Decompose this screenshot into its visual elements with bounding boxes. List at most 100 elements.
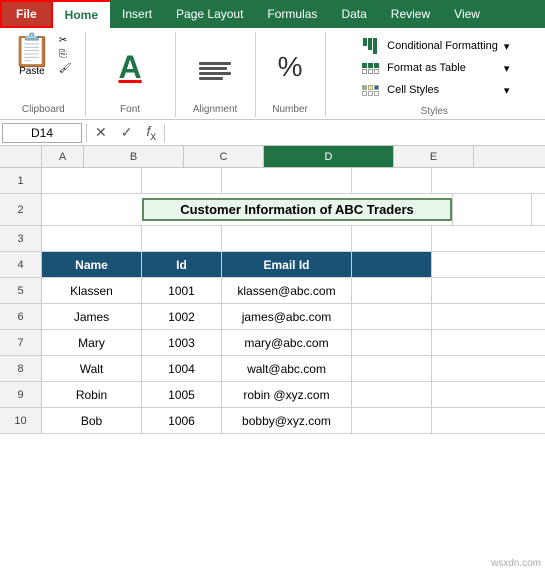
cell-10b[interactable]: Bob [42,408,142,433]
cell-4c[interactable]: Id [142,252,222,277]
tab-formulas[interactable]: Formulas [255,0,329,28]
cell-6e[interactable] [352,304,432,329]
tab-view[interactable]: View [442,0,492,28]
col-header-e[interactable]: E [394,146,474,167]
cell-5d[interactable]: klassen@abc.com [222,278,352,303]
row-num-9[interactable]: 9 [0,382,42,407]
conditional-formatting-icon [359,38,381,54]
row-num-2[interactable]: 2 [0,194,42,225]
conditional-formatting-button[interactable]: Conditional Formatting ▾ [355,36,513,56]
cell-styles-button[interactable]: Cell Styles ▾ [355,80,513,100]
cell-5b[interactable]: Klassen [42,278,142,303]
col-header-b[interactable]: B [84,146,184,167]
cell-1c[interactable] [142,168,222,193]
confirm-formula-button[interactable]: ✓ [117,122,137,143]
cut-button[interactable]: ✂ [56,34,77,47]
row-num-4[interactable]: 4 [0,252,42,277]
cell-row-1 [362,85,379,90]
row-num-6[interactable]: 6 [0,304,42,329]
cell-9e[interactable] [352,382,432,407]
cell-4b[interactable]: Name [42,252,142,277]
row-6: 6 James 1002 james@abc.com [0,304,545,330]
alignment-button[interactable] [193,34,237,100]
cell-8b[interactable]: Walt [42,356,142,381]
row-num-3[interactable]: 3 [0,226,42,251]
number-group-content: % [268,32,312,102]
row-header-spacer [0,146,42,167]
tab-data[interactable]: Data [329,0,378,28]
tab-review[interactable]: Review [379,0,442,28]
row-num-10[interactable]: 10 [0,408,42,433]
font-button[interactable]: A [108,34,152,100]
tab-insert[interactable]: Insert [110,0,164,28]
col-header-c[interactable]: C [184,146,264,167]
cell-3d[interactable] [222,226,352,251]
clipboard-group-content: 📋 Paste ✂ ⎘ 🖌 [10,32,77,102]
cell-6b[interactable]: James [42,304,142,329]
col-header-a[interactable]: A [42,146,84,167]
number-button[interactable]: % [268,34,312,100]
cell-3e[interactable] [352,226,432,251]
cell-3c[interactable] [142,226,222,251]
align-line-1 [199,62,231,65]
row-num-1[interactable]: 1 [0,168,42,193]
cell-1e[interactable] [352,168,432,193]
number-label: Number [272,102,308,117]
title-cell-span[interactable]: Customer Information of ABC Traders [142,194,452,225]
name-box[interactable] [2,123,82,143]
cell-8d[interactable]: walt@abc.com [222,356,352,381]
formula-input[interactable] [169,124,543,142]
cell-5c[interactable]: 1001 [142,278,222,303]
paste-button[interactable]: 📋 Paste [10,32,54,79]
insert-function-button[interactable]: fx [142,121,160,145]
format-as-table-button[interactable]: Format as Table ▾ [355,58,513,78]
cell-3b[interactable] [42,226,142,251]
cell-4d[interactable]: Email Id [222,252,352,277]
cell-8c[interactable]: 1004 [142,356,222,381]
cell-styles-label: Cell Styles [387,84,439,96]
tab-file[interactable]: File [0,0,53,28]
cell-sq-6 [374,91,379,96]
cell-6d[interactable]: james@abc.com [222,304,352,329]
cond-fmt-bars [363,38,377,54]
cell-4e[interactable] [352,252,432,277]
cell-10d[interactable]: bobby@xyz.com [222,408,352,433]
copy-button[interactable]: ⎘ [56,48,77,61]
row-8: 8 Walt 1004 walt@abc.com [0,356,545,382]
row-4-header: 4 Name Id Email Id [0,252,545,278]
percent-icon: % [278,51,303,83]
cell-7b[interactable]: Mary [42,330,142,355]
cell-styles-arrow: ▾ [504,84,510,97]
cell-10c[interactable]: 1006 [142,408,222,433]
row-7: 7 Mary 1003 mary@abc.com [0,330,545,356]
cell-sq-5 [368,91,373,96]
cell-sq-2 [368,85,373,90]
tab-bar: File Home Insert Page Layout Formulas Da… [0,0,545,28]
col-header-d[interactable]: D [264,146,394,167]
cell-9d[interactable]: robin @xyz.com [222,382,352,407]
clipboard-group: 📋 Paste ✂ ⎘ 🖌 Clipboard [2,32,86,117]
styles-group: Conditional Formatting ▾ Format as Table… [326,32,543,117]
cell-6c[interactable]: 1002 [142,304,222,329]
tab-home[interactable]: Home [53,0,110,28]
cell-9c[interactable]: 1005 [142,382,222,407]
cell-7d[interactable]: mary@abc.com [222,330,352,355]
cell-5e[interactable] [352,278,432,303]
cancel-formula-button[interactable]: ✕ [91,122,111,143]
row-num-7[interactable]: 7 [0,330,42,355]
row-num-5[interactable]: 5 [0,278,42,303]
cell-9b[interactable]: Robin [42,382,142,407]
format-painter-button[interactable]: 🖌 [56,62,77,75]
cell-7e[interactable] [352,330,432,355]
cell-2e[interactable] [452,194,532,225]
cell-1d[interactable] [222,168,352,193]
row-num-8[interactable]: 8 [0,356,42,381]
cell-2b[interactable] [42,194,142,225]
cell-7c[interactable]: 1003 [142,330,222,355]
fmt-cell-3 [374,63,379,68]
cell-8e[interactable] [352,356,432,381]
tab-page-layout[interactable]: Page Layout [164,0,255,28]
conditional-formatting-arrow: ▾ [504,40,510,53]
cell-10e[interactable] [352,408,432,433]
cell-1b[interactable] [42,168,142,193]
